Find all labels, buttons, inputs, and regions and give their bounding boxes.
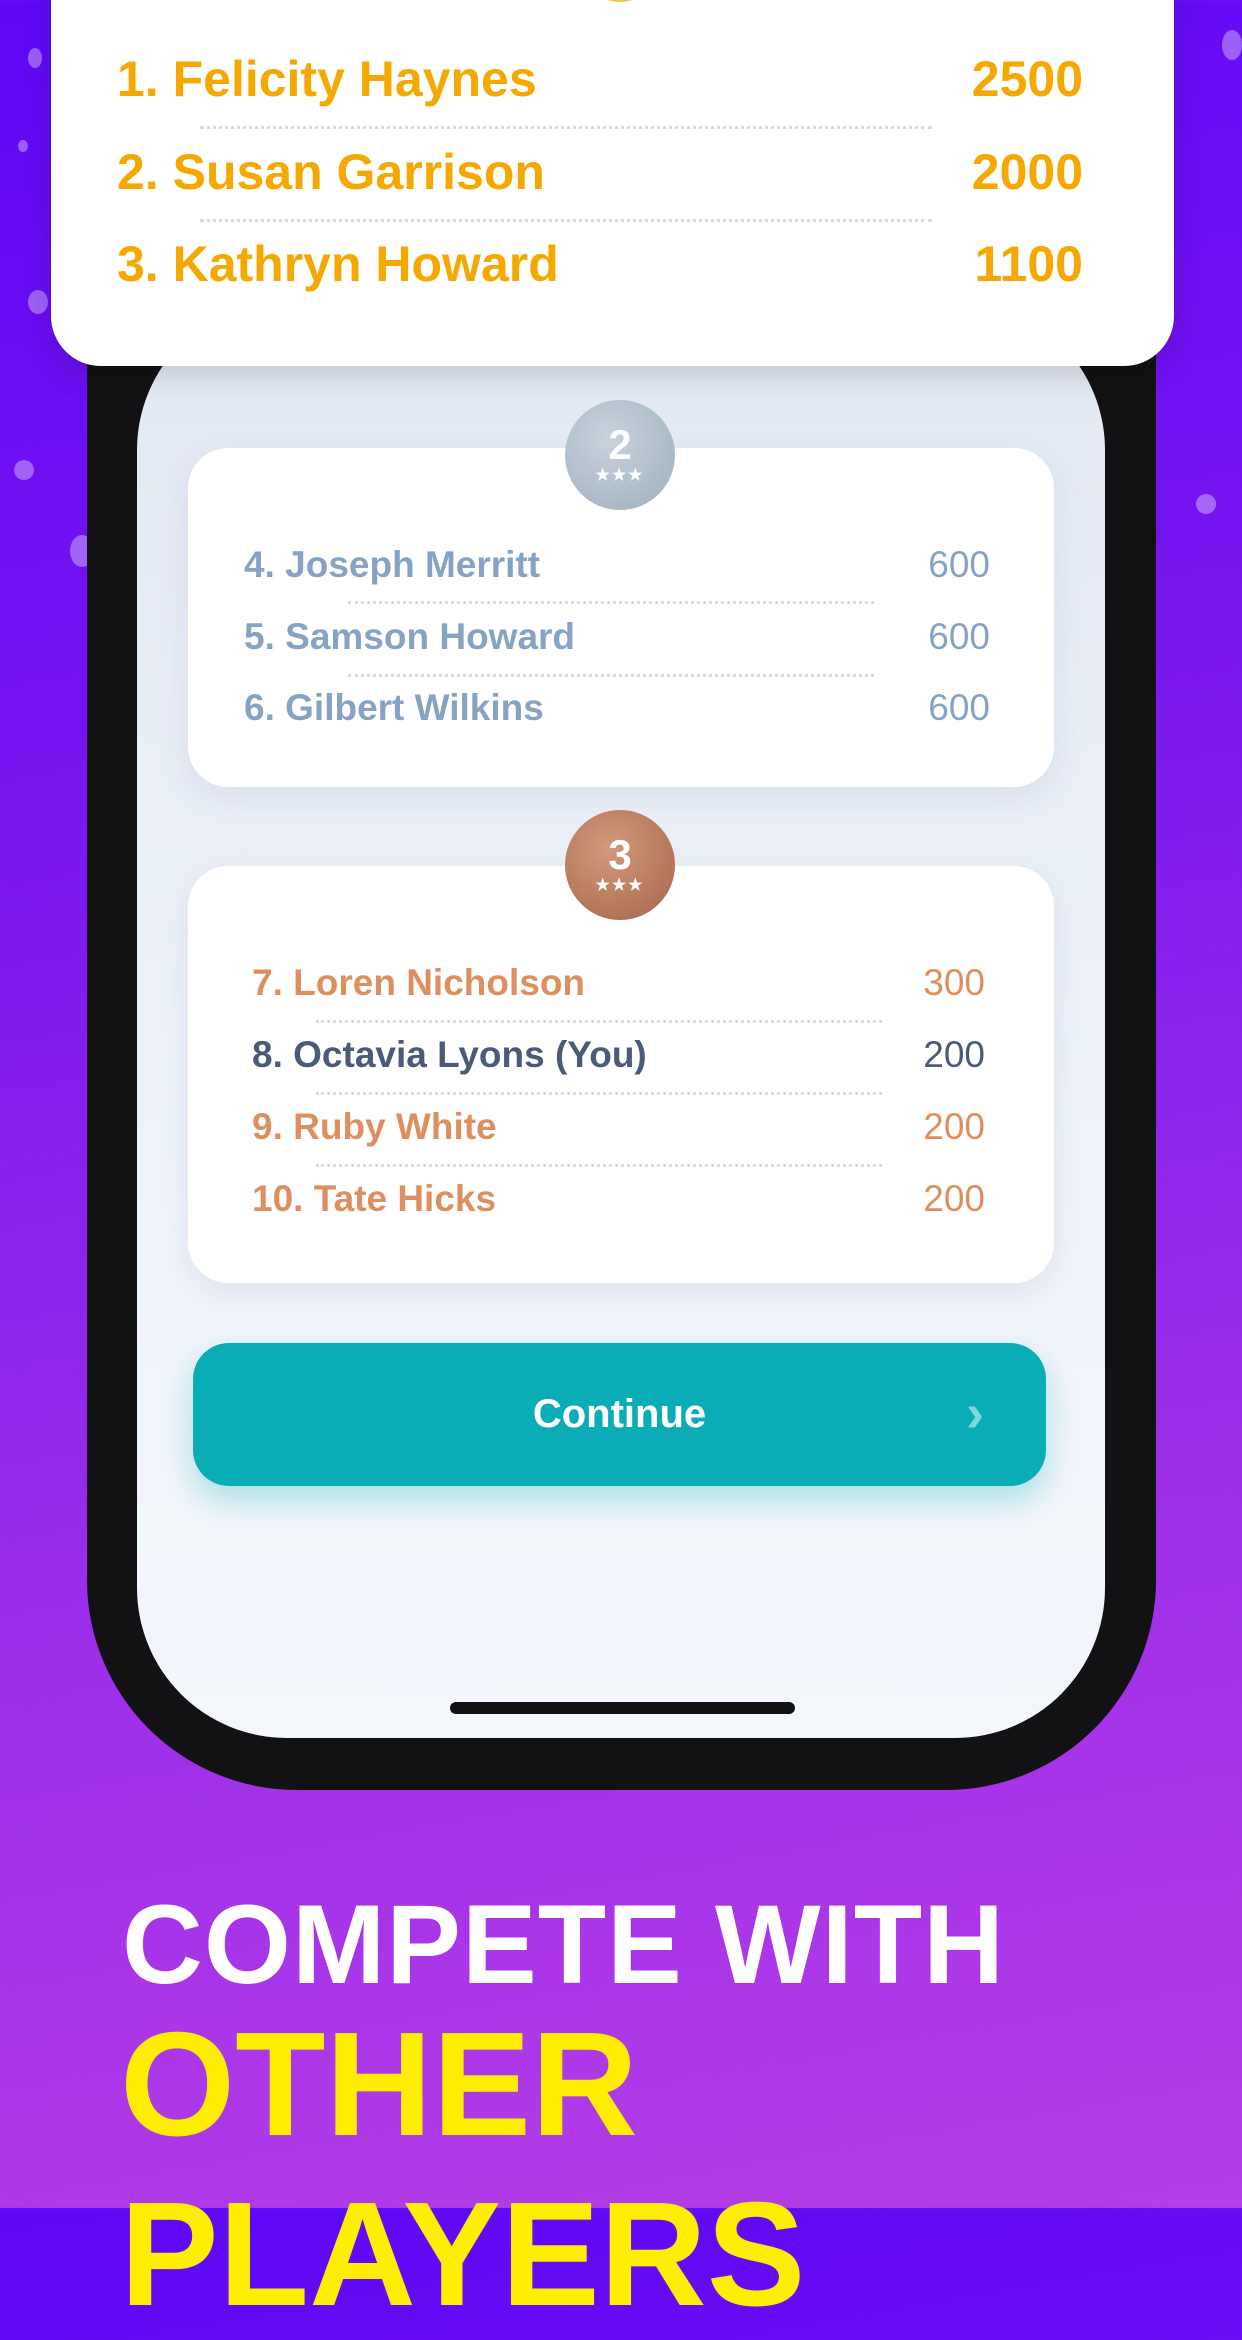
player-name: 2. Susan Garrison [117,144,545,200]
leaderboard-row: 4. Joseph Merritt 600 [244,544,990,586]
leaderboard-row: 2. Susan Garrison 2000 [117,143,1083,201]
player-name: 4. Joseph Merritt [244,544,541,585]
leaderboard-row: 7. Loren Nicholson 300 [252,962,985,1004]
leaderboard-row: 5. Samson Howard 600 [244,616,990,658]
divider [316,1020,882,1023]
continue-button[interactable]: Continue › [193,1343,1046,1486]
divider [316,1164,882,1167]
player-score: 600 [928,544,990,585]
player-score: 600 [928,687,990,728]
player-name: 6. Gilbert Wilkins [244,687,544,728]
bronze-medal-icon: 3 ★★★ [565,810,675,920]
player-name: 9. Ruby White [252,1106,497,1147]
player-score: 300 [923,962,985,1003]
leaderboard-row: 1. Felicity Haynes 2500 [117,50,1083,108]
leaderboard-row-you: 8. Octavia Lyons (You) 200 [252,1034,985,1076]
player-score: 200 [923,1034,985,1075]
divider [200,126,932,129]
headline-line2: OTHER PLAYERS [120,2002,806,2337]
divider [200,219,932,222]
player-name: 3. Kathryn Howard [117,236,559,292]
leaderboard-row: 9. Ruby White 200 [252,1106,985,1148]
player-name: 7. Loren Nicholson [252,962,586,1003]
chevron-right-icon: › [966,1383,984,1443]
player-name: 8. Octavia Lyons (You) [252,1034,647,1075]
player-score: 600 [928,616,990,657]
player-name: 5. Samson Howard [244,616,576,657]
player-score: 2000 [971,144,1083,200]
leaderboard-row: 10. Tate Hicks 200 [252,1178,985,1220]
leaderboard-row: 3. Kathryn Howard 1100 [117,235,1083,293]
divider [316,1092,882,1095]
player-score: 200 [923,1106,985,1147]
player-score: 200 [923,1178,985,1219]
player-name: 1. Felicity Haynes [117,51,537,107]
headline-line1: COMPETE WITH [122,1882,1006,2007]
home-indicator [450,1702,795,1714]
silver-medal-icon: 2 ★★★ [565,400,675,510]
continue-label: Continue [532,1392,707,1436]
divider [348,674,874,677]
leaderboard-row: 6. Gilbert Wilkins 600 [244,687,990,729]
divider [348,601,874,604]
player-score: 1100 [974,236,1083,292]
player-name: 10. Tate Hicks [252,1178,497,1219]
player-score: 2500 [971,51,1083,107]
